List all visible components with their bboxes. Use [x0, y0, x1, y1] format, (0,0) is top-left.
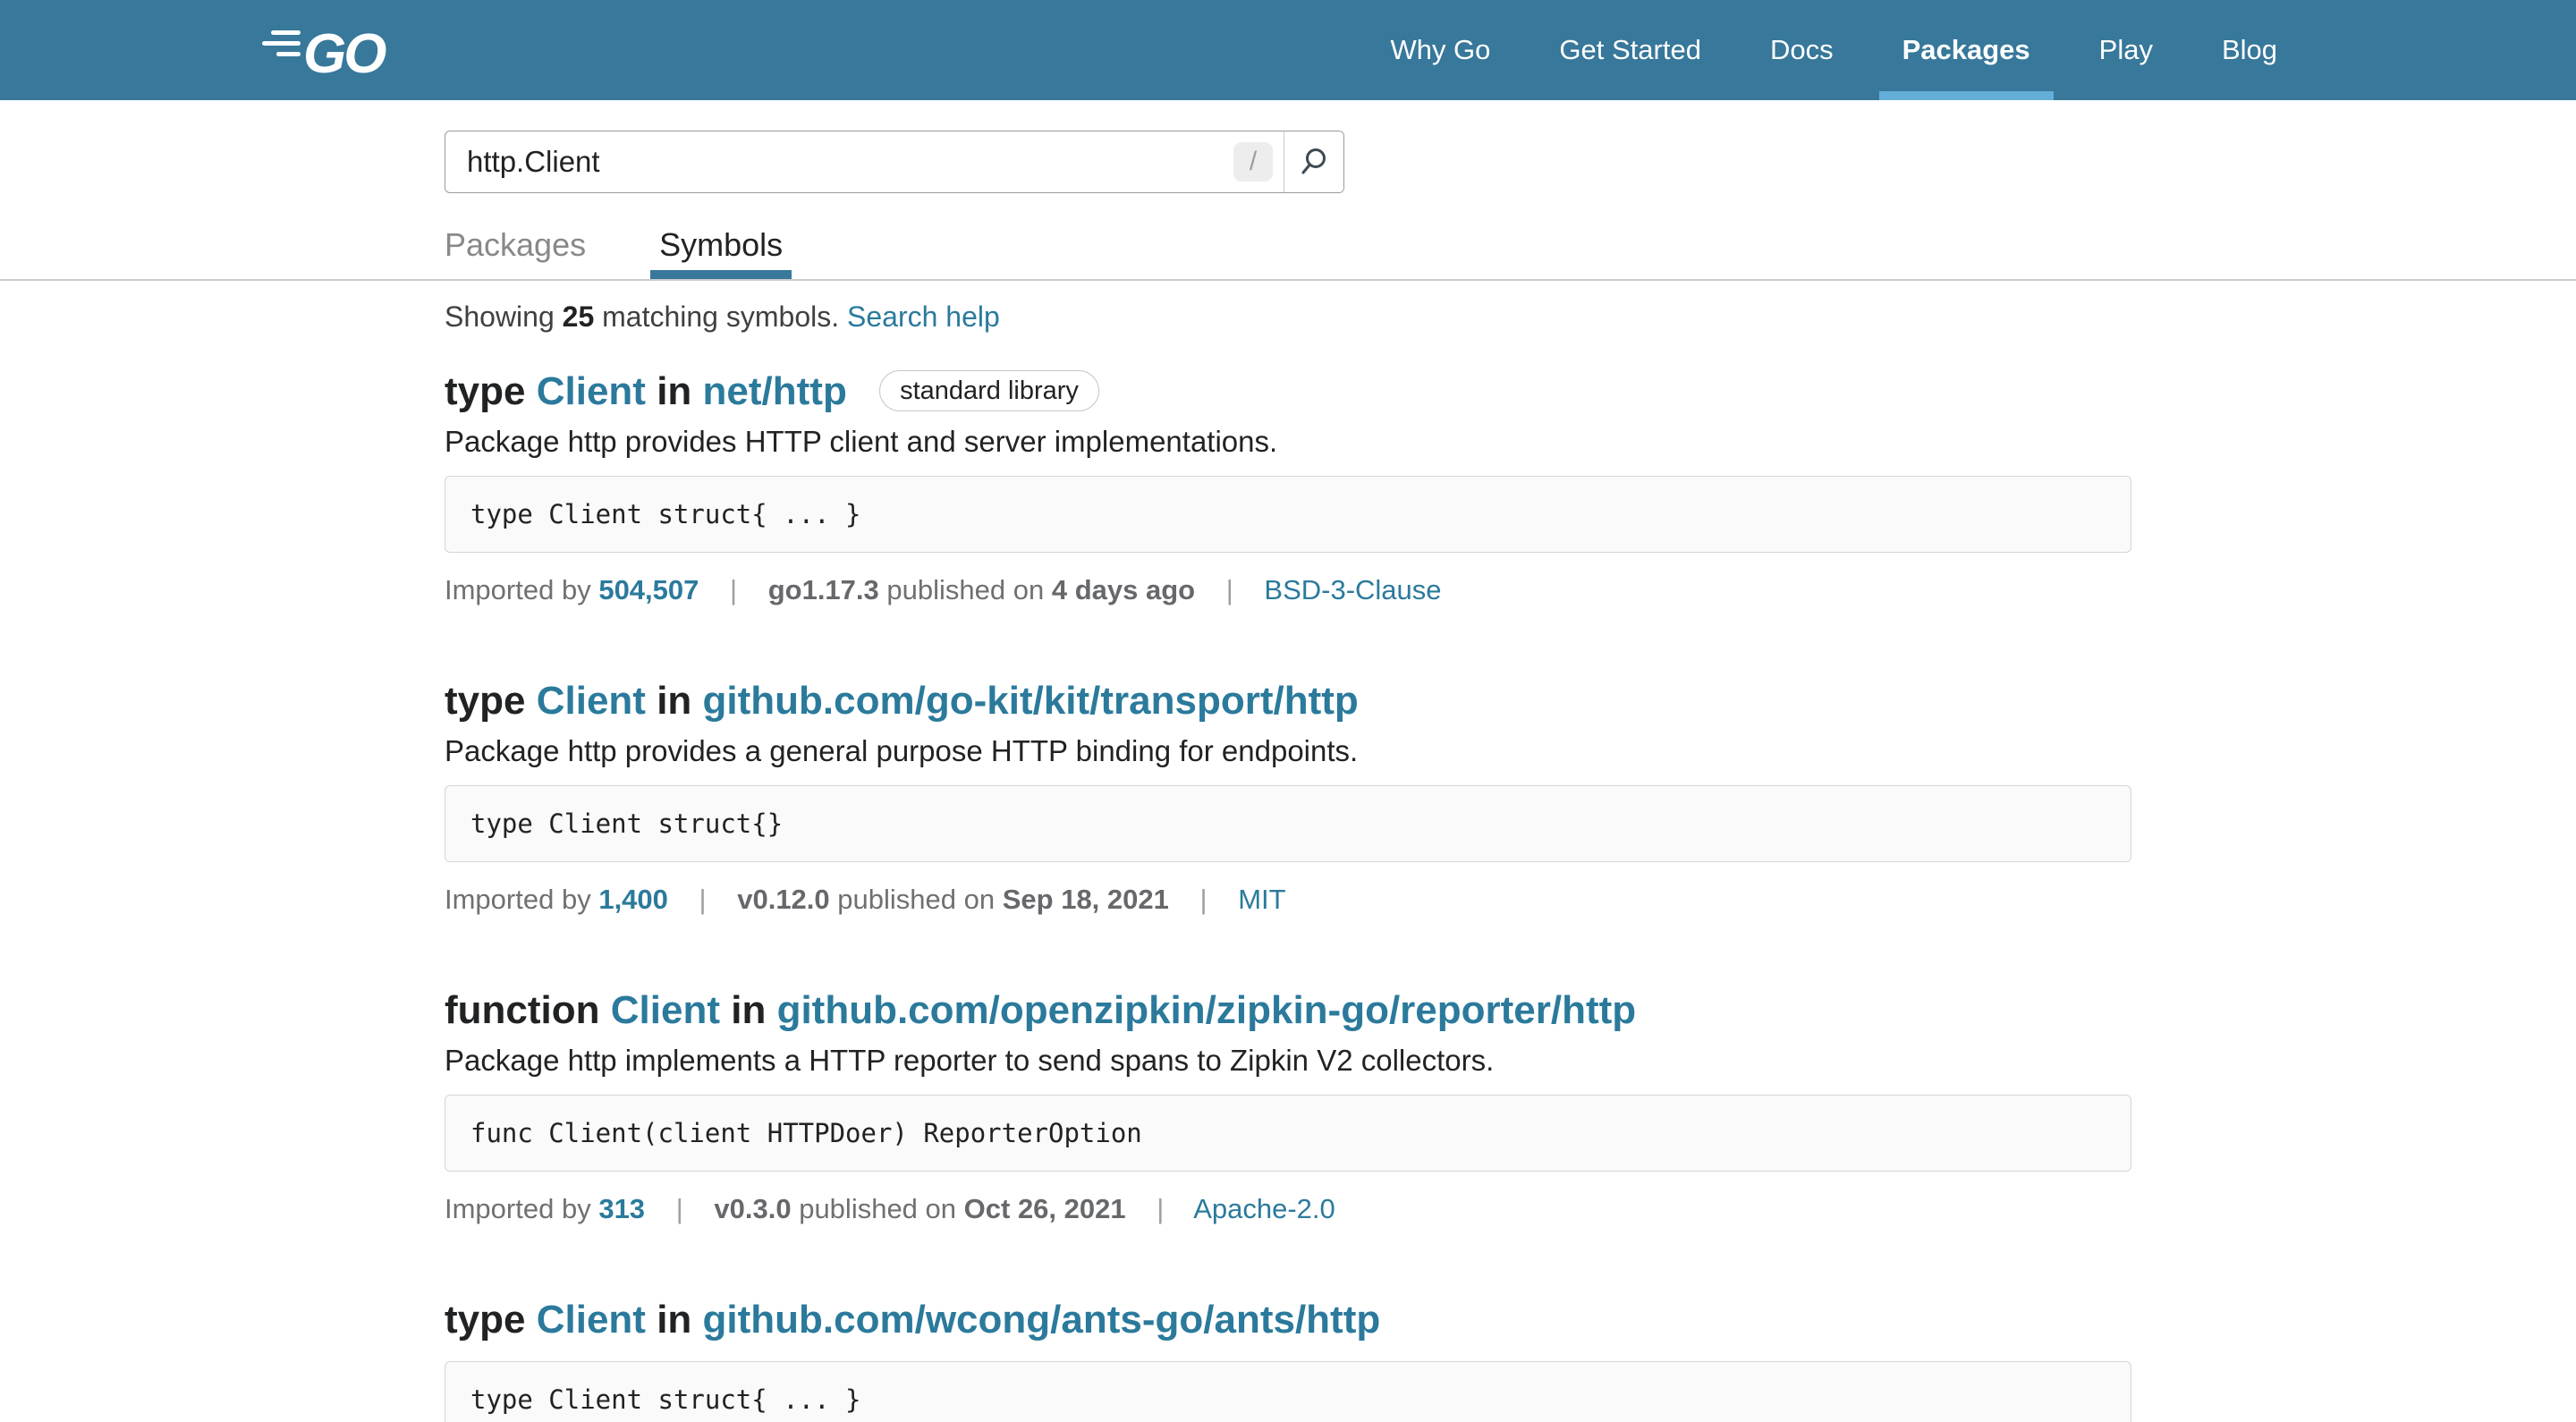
imported-by-count-link[interactable]: 313 — [598, 1193, 645, 1224]
published-on-label: published on — [886, 574, 1044, 605]
search-result: type Client in net/http standard library… — [445, 367, 2131, 608]
meta-separator: | — [1157, 1193, 1164, 1224]
imported-by-label: Imported by — [445, 1193, 591, 1224]
meta-separator: | — [676, 1193, 683, 1224]
result-heading: function Client in github.com/openzipkin… — [445, 986, 2131, 1036]
keyboard-shortcut-hint: / — [1233, 142, 1273, 182]
package-link[interactable]: github.com/go-kit/kit/transport/http — [703, 679, 1359, 723]
symbol-kind: type — [445, 1298, 525, 1342]
meta-separator: | — [699, 884, 707, 915]
connector: in — [731, 988, 766, 1032]
package-link[interactable]: net/http — [703, 369, 847, 413]
tabs-divider — [0, 279, 2576, 281]
license-link[interactable]: Apache-2.0 — [1193, 1193, 1335, 1224]
code-snippet: type Client struct{} — [445, 785, 2131, 862]
result-description: Package http provides HTTP client and se… — [445, 422, 2131, 461]
meta-separator: | — [730, 574, 737, 605]
symbol-link[interactable]: Client — [537, 369, 646, 413]
status-prefix: Showing — [445, 300, 555, 333]
results-list: type Client in net/http standard library… — [445, 367, 2131, 1422]
result-heading: type Client in github.com/wcong/ants-go/… — [445, 1295, 2131, 1345]
symbol-link[interactable]: Client — [611, 988, 720, 1032]
version-label: go1.17.3 — [768, 574, 879, 605]
imported-by-label: Imported by — [445, 884, 591, 915]
nav-item-why-go[interactable]: Why Go — [1367, 0, 1513, 100]
nav-item-blog[interactable]: Blog — [2199, 0, 2301, 100]
search-input[interactable] — [445, 131, 1233, 192]
code-snippet: type Client struct{ ... } — [445, 1361, 2131, 1422]
search-row: / — [445, 100, 2131, 193]
site-header: GO Why Go Get Started Docs Packages Play… — [0, 0, 2576, 100]
nav-item-docs[interactable]: Docs — [1747, 0, 1857, 100]
main-nav: Why Go Get Started Docs Packages Play Bl… — [1367, 0, 2301, 100]
package-link[interactable]: github.com/wcong/ants-go/ants/http — [703, 1298, 1381, 1342]
published-on-label: published on — [799, 1193, 956, 1224]
search-result: type Client in github.com/wcong/ants-go/… — [445, 1295, 2131, 1422]
published-date: Sep 18, 2021 — [1003, 884, 1169, 915]
imported-by-count-link[interactable]: 504,507 — [598, 574, 699, 605]
meta-separator: | — [1200, 884, 1208, 915]
result-meta: Imported by 313 | v0.3.0 published on Oc… — [445, 1191, 2131, 1227]
imported-by-count-link[interactable]: 1,400 — [598, 884, 668, 915]
nav-item-get-started[interactable]: Get Started — [1536, 0, 1724, 100]
connector: in — [657, 679, 691, 723]
search-result: function Client in github.com/openzipkin… — [445, 986, 2131, 1227]
code-snippet: func Client(client HTTPDoer) ReporterOpt… — [445, 1095, 2131, 1172]
result-meta: Imported by 504,507 | go1.17.3 published… — [445, 572, 2131, 608]
nav-item-packages[interactable]: Packages — [1879, 0, 2054, 100]
search-box: / — [445, 131, 1344, 193]
license-link[interactable]: BSD-3-Clause — [1264, 574, 1441, 605]
connector: in — [657, 1298, 691, 1342]
standard-library-badge: standard library — [879, 370, 1099, 411]
symbol-kind: type — [445, 369, 525, 413]
nav-item-play[interactable]: Play — [2076, 0, 2176, 100]
tab-active-underline — [650, 270, 792, 279]
result-count: 25 — [563, 300, 595, 333]
package-link[interactable]: github.com/openzipkin/zipkin-go/reporter… — [777, 988, 1637, 1032]
result-heading: type Client in github.com/go-kit/kit/tra… — [445, 676, 2131, 726]
published-date: 4 days ago — [1052, 574, 1195, 605]
license-link[interactable]: MIT — [1238, 884, 1285, 915]
go-logo-icon: GO — [262, 21, 407, 80]
symbol-link[interactable]: Client — [537, 1298, 646, 1342]
symbol-kind: type — [445, 679, 525, 723]
svg-text:GO: GO — [303, 23, 386, 80]
tab-packages[interactable]: Packages — [445, 227, 586, 279]
version-label: v0.3.0 — [714, 1193, 791, 1224]
result-meta: Imported by 1,400 | v0.12.0 published on… — [445, 882, 2131, 918]
search-result: type Client in github.com/go-kit/kit/tra… — [445, 676, 2131, 918]
result-tabs: Packages Symbols — [445, 227, 2131, 279]
published-on-label: published on — [837, 884, 995, 915]
result-description: Package http implements a HTTP reporter … — [445, 1041, 2131, 1080]
meta-separator: | — [1226, 574, 1233, 605]
connector: in — [657, 369, 691, 413]
status-line: Showing 25 matching symbols. Search help — [445, 299, 2131, 334]
tab-symbols[interactable]: Symbols — [659, 227, 783, 279]
search-help-link[interactable]: Search help — [847, 300, 1000, 333]
symbol-kind: function — [445, 988, 600, 1032]
search-icon — [1299, 147, 1329, 177]
imported-by-label: Imported by — [445, 574, 591, 605]
search-button[interactable] — [1284, 131, 1343, 192]
result-description: Package http provides a general purpose … — [445, 732, 2131, 771]
go-logo[interactable]: GO — [262, 21, 407, 80]
result-heading: type Client in net/http standard library — [445, 367, 2131, 417]
version-label: v0.12.0 — [737, 884, 829, 915]
nav-active-underline — [1879, 91, 2054, 100]
code-snippet: type Client struct{ ... } — [445, 476, 2131, 553]
symbol-link[interactable]: Client — [537, 679, 646, 723]
status-mid: matching symbols. — [602, 300, 839, 333]
published-date: Oct 26, 2021 — [964, 1193, 1126, 1224]
